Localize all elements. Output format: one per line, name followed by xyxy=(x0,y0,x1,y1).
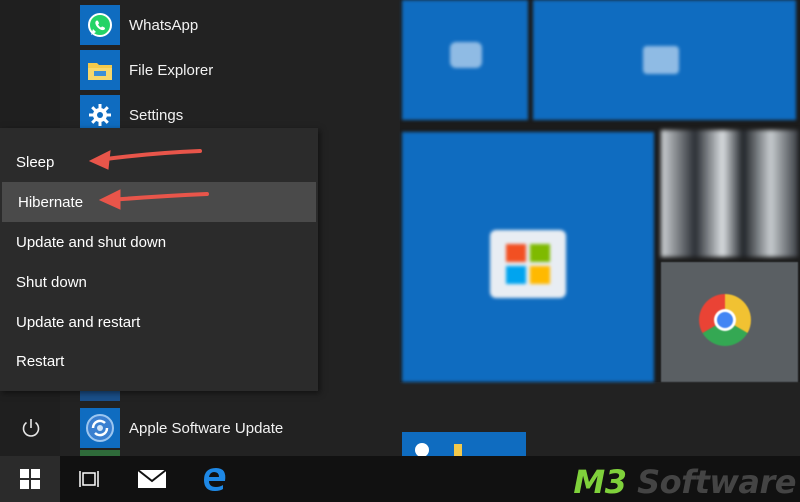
task-view-button[interactable] xyxy=(60,456,120,502)
apple-update-icon xyxy=(80,408,120,448)
tile[interactable] xyxy=(402,432,526,457)
menu-item-restart[interactable]: Restart xyxy=(0,341,318,381)
edge-icon xyxy=(204,468,226,491)
menu-item-shut-down[interactable]: Shut down xyxy=(0,262,318,302)
start-button[interactable] xyxy=(0,456,60,502)
app-label: WhatsApp xyxy=(129,16,199,34)
watermark-software: Software xyxy=(626,463,796,501)
windows-start-icon xyxy=(20,469,40,489)
folder-icon xyxy=(80,50,120,90)
menu-item-hibernate[interactable]: Hibernate xyxy=(2,182,316,222)
store-tile[interactable] xyxy=(402,132,654,382)
mail-button[interactable] xyxy=(122,456,182,502)
app-label: Apple Software Update xyxy=(129,419,284,437)
app-item-whatsapp[interactable]: WhatsApp xyxy=(80,5,380,45)
tile-icons xyxy=(415,443,464,457)
edge-button[interactable] xyxy=(184,456,244,502)
watermark: M3 Software xyxy=(573,463,796,501)
chrome-icon xyxy=(699,294,751,346)
watermark-m3: M3 xyxy=(573,463,627,501)
app-label: File Explorer xyxy=(129,61,214,79)
whatsapp-icon xyxy=(80,5,120,45)
taskbar: M3 Software xyxy=(0,456,800,502)
app-item-file-explorer[interactable]: File Explorer xyxy=(80,50,380,90)
chrome-tile[interactable] xyxy=(661,262,798,382)
photo-tile[interactable] xyxy=(661,130,798,257)
power-icon xyxy=(22,419,40,437)
tile[interactable] xyxy=(402,0,528,120)
menu-item-update-and-shut-down[interactable]: Update and shut down xyxy=(0,222,318,262)
menu-item-update-and-restart[interactable]: Update and restart xyxy=(0,302,318,342)
task-view-icon xyxy=(79,471,99,487)
app-item-apple-software-update[interactable]: Apple Software Update xyxy=(80,408,380,448)
app-label: Settings xyxy=(129,106,184,124)
menu-item-sleep[interactable]: Sleep xyxy=(0,142,318,182)
power-button[interactable] xyxy=(10,408,52,448)
mail-icon xyxy=(137,469,167,488)
power-menu: Sleep Hibernate Update and shut down Shu… xyxy=(0,128,318,391)
tile[interactable] xyxy=(533,0,796,120)
